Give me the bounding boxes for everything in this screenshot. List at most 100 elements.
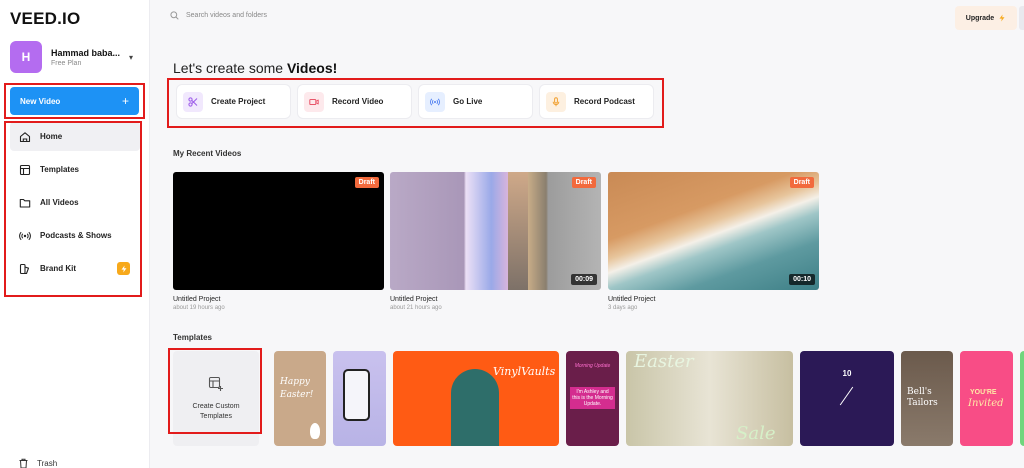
user-plan: Free Plan: [51, 59, 82, 67]
thumbnail-person-image: [508, 172, 528, 290]
video-card[interactable]: Draft 00:09 Untitled Project about 21 ho…: [390, 172, 601, 311]
upgrade-label: Upgrade: [965, 14, 995, 22]
video-title[interactable]: Untitled Project: [390, 296, 601, 303]
search-input[interactable]: Search videos and folders: [186, 12, 267, 19]
sidebar-item-label: Home: [40, 132, 63, 141]
recent-videos-title: My Recent Videos: [173, 149, 242, 158]
video-timestamp: 3 days ago: [608, 305, 638, 311]
template-card[interactable]: Bell's Tailors: [901, 351, 953, 446]
action-label: Record Video: [332, 97, 384, 106]
microphone-icon: [546, 91, 566, 112]
record-video-icon: [304, 91, 324, 112]
template-text: Sale: [736, 423, 776, 444]
action-label: Create Project: [211, 97, 266, 106]
create-custom-template-button[interactable]: Create Custom Templates: [173, 351, 259, 446]
action-label: Go Live: [453, 97, 483, 106]
template-text: Invited: [968, 398, 1004, 409]
live-icon: [425, 91, 445, 112]
custom-template-label: Templates: [200, 412, 232, 420]
template-text: Easter!: [280, 390, 314, 400]
sidebar-item-label: Podcasts & Shows: [40, 231, 112, 240]
home-icon: [19, 131, 31, 143]
user-menu[interactable]: H Hammad baba... Free Plan ▾: [10, 40, 140, 74]
brand-kit-icon: [19, 263, 31, 275]
broadcast-icon: [19, 230, 31, 242]
template-text: Easter: [634, 351, 694, 372]
bunny-decoration: [310, 423, 320, 439]
page-title: Let's create some Videos!: [173, 60, 337, 76]
record-video-button[interactable]: Record Video: [298, 85, 411, 118]
sidebar: VEED.IO H Hammad baba... Free Plan ▾ New…: [0, 0, 150, 468]
sidebar-item-templates[interactable]: Templates: [10, 155, 140, 184]
page-title-prefix: Let's create some: [173, 60, 287, 76]
sidebar-item-label: All Videos: [40, 198, 79, 207]
custom-template-label: Create Custom: [192, 403, 240, 411]
plus-icon: +: [121, 94, 129, 108]
sidebar-item-podcasts[interactable]: Podcasts & Shows: [10, 221, 140, 250]
video-thumbnail[interactable]: Draft 00:10: [608, 172, 819, 290]
template-card[interactable]: YOU'RE Invited: [960, 351, 1013, 446]
sidebar-item-brand-kit[interactable]: Brand Kit: [10, 254, 140, 283]
template-text: I'm Ashley and this is the Morning Updat…: [570, 387, 615, 409]
video-card[interactable]: Draft Untitled Project about 19 hours ag…: [173, 172, 384, 311]
sidebar-nav: Home Templates All Videos Podcasts & Sho…: [10, 122, 140, 287]
bolt-icon: [999, 14, 1005, 22]
template-text: VinylVaults: [493, 365, 556, 378]
search-bar[interactable]: Search videos and folders: [170, 11, 267, 20]
draft-badge: Draft: [571, 177, 596, 188]
duration-badge: 00:09: [571, 274, 597, 285]
template-card[interactable]: 10: [800, 351, 894, 446]
draft-badge: Draft: [789, 177, 814, 188]
trash-icon: [19, 458, 28, 468]
template-card[interactable]: Happy Easter!: [274, 351, 326, 446]
duration-badge: 00:10: [789, 274, 815, 285]
templates-icon: [19, 164, 31, 176]
veed-logo[interactable]: VEED.IO: [10, 9, 80, 29]
create-project-button[interactable]: Create Project: [177, 85, 290, 118]
video-timestamp: about 21 hours ago: [390, 305, 442, 311]
record-podcast-button[interactable]: Record Podcast: [540, 85, 653, 118]
template-card[interactable]: [333, 351, 386, 446]
new-video-button[interactable]: New Video +: [10, 87, 139, 115]
page-title-bold: Videos!: [286, 60, 338, 76]
new-video-label: New Video: [20, 96, 61, 106]
template-card[interactable]: Easter Sale: [626, 351, 793, 446]
sidebar-item-home[interactable]: Home: [10, 122, 140, 151]
template-card[interactable]: Morning Update I'm Ashley and this is th…: [566, 351, 619, 446]
video-card[interactable]: Draft 00:10 Untitled Project 3 days ago: [608, 172, 819, 311]
template-text: Bell's: [907, 387, 932, 397]
template-text: Happy: [280, 377, 310, 387]
template-text: YOU'RE: [970, 389, 997, 396]
template-card[interactable]: [1020, 351, 1024, 446]
scissors-icon: [183, 91, 203, 112]
video-title[interactable]: Untitled Project: [173, 296, 384, 303]
add-template-icon: [208, 377, 223, 392]
video-thumbnail[interactable]: Draft: [173, 172, 384, 290]
templates-title: Templates: [173, 333, 212, 342]
header-button-edge[interactable]: [1019, 6, 1024, 30]
go-live-button[interactable]: Go Live: [419, 85, 532, 118]
video-thumbnail[interactable]: Draft 00:09: [390, 172, 601, 290]
sidebar-item-all-videos[interactable]: All Videos: [10, 188, 140, 217]
bolt-icon: [117, 262, 130, 275]
action-label: Record Podcast: [574, 97, 635, 106]
clock-hand: [839, 386, 854, 406]
video-title[interactable]: Untitled Project: [608, 296, 819, 303]
video-timestamp: about 19 hours ago: [173, 305, 225, 311]
template-text: Morning Update: [574, 363, 611, 369]
upgrade-button[interactable]: Upgrade: [955, 6, 1017, 30]
phone-mockup: [343, 369, 370, 421]
quick-actions: Create Project Record Video Go Live Reco…: [177, 85, 661, 118]
sidebar-item-label: Brand Kit: [40, 264, 76, 273]
template-card[interactable]: VinylVaults: [393, 351, 559, 446]
template-text: 10: [842, 369, 852, 378]
draft-badge: Draft: [354, 177, 379, 188]
trash-label: Trash: [37, 459, 58, 468]
avatar: H: [10, 41, 42, 73]
user-name: Hammad baba...: [51, 47, 121, 58]
sidebar-item-label: Templates: [40, 165, 79, 174]
chevron-down-icon[interactable]: ▾: [129, 53, 133, 62]
template-text: Tailors: [907, 398, 938, 408]
sidebar-item-trash[interactable]: Trash: [18, 458, 57, 468]
folder-icon: [19, 197, 31, 209]
